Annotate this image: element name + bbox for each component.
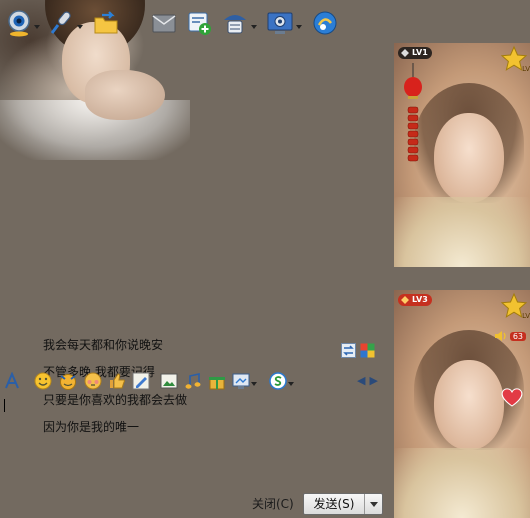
self-video-panel[interactable]: LV3 LV 63 [394,290,530,518]
text-cursor [4,399,5,412]
music-sync-icon [313,11,337,35]
chat-toolbar [6,6,348,40]
message-icon [152,14,176,33]
doodle-button[interactable] [132,372,150,390]
apps-button[interactable] [221,8,257,38]
lantern-icon [404,63,422,162]
chat-message: 我会每天都和你说晚安 [43,338,164,352]
tiles-icon[interactable] [360,343,375,358]
level-badge: LV3 [398,294,432,306]
user-apps-icon [224,15,246,34]
send-sms-button[interactable] [151,8,177,38]
payment-icon [269,372,287,390]
image-icon [160,373,178,389]
input-format-toolbar [4,370,300,392]
folder-send-icon [94,11,118,34]
send-button[interactable]: 发送(S) [304,494,364,514]
level-badge: LV1 [398,47,432,59]
video-call-button[interactable] [6,8,40,38]
screen-capture-icon [232,373,250,389]
chevron-down-icon [34,25,40,29]
microphone-icon [50,11,71,34]
payment-button[interactable] [269,372,294,390]
voice-call-button[interactable] [49,8,83,38]
star-level-label: LV [522,65,530,73]
close-button[interactable]: 关闭(C) [252,495,294,512]
font-button[interactable] [4,372,20,390]
chevron-down-icon [251,382,257,386]
nudge-button[interactable] [84,372,102,390]
speaker-icon [494,331,506,341]
gift-button[interactable] [208,372,226,390]
nudge-face-icon [84,372,102,390]
pen-icon [132,372,150,390]
star-level-label: LV [522,312,530,320]
magic-emotion-button[interactable] [58,372,78,390]
thumbs-up-icon [110,373,125,389]
toolbar-scroll-arrows[interactable]: ◀ ▶ [357,374,378,387]
webcam-icon [8,10,30,37]
note-icon [185,373,201,389]
heart-icon [501,388,523,407]
create-group-button[interactable] [186,8,212,38]
scroll-left-icon[interactable]: ◀ [357,374,365,387]
chevron-down-icon [296,25,302,29]
font-icon [5,372,19,389]
smiley-icon [34,372,52,390]
side-icon-group [341,343,375,358]
music-button[interactable] [311,8,339,38]
send-image-button[interactable] [160,372,178,390]
remote-desktop-icon [267,12,293,34]
music-share-button[interactable] [184,372,202,390]
chat-message: 因为你是我的唯一 [43,420,140,434]
chat-message: 只要是你喜欢的我都会去做 [43,393,188,407]
remote-assist-button[interactable] [266,8,302,38]
magic-face-icon [60,374,76,390]
chevron-down-icon [77,25,83,29]
send-options-button[interactable] [364,494,382,514]
gift-box-icon [209,377,225,390]
chevron-down-icon [369,501,378,507]
scroll-right-icon[interactable]: ▶ [369,374,377,387]
chevron-down-icon [251,25,257,29]
add-contact-icon [188,12,211,35]
send-button-group: 发送(S) [303,493,383,515]
emoticon-button[interactable] [34,372,52,390]
peer-video-panel[interactable]: LV1 LV [394,43,530,267]
chevron-down-icon [288,382,294,386]
send-file-button[interactable] [92,8,120,38]
thumbs-up-button[interactable] [108,372,126,390]
star-level-icon: LV [500,292,530,320]
star-level-icon: LV [500,45,530,73]
volume-indicator[interactable]: 63 [494,330,526,342]
screenshot-button[interactable] [232,372,257,390]
volume-value: 63 [509,331,526,341]
swap-icon[interactable] [341,343,356,358]
